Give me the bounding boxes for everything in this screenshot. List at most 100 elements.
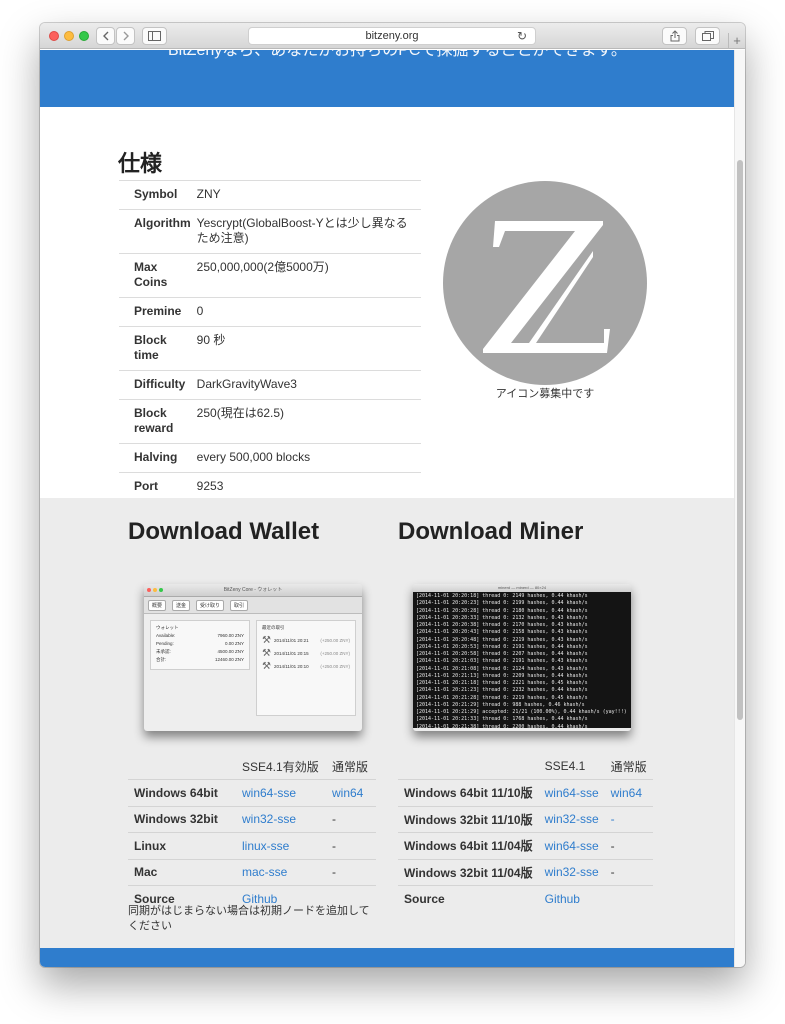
download-header-row: SSE4.1有効版 通常版 [128, 753, 376, 780]
spec-row: Max Coins 250,000,000(2億5000万) [119, 253, 421, 298]
wallet-screenshot: BitZeny Core - ウォレット 概要 送金 受け取り 取引 ウォレット… [144, 584, 362, 731]
vertical-scrollbar[interactable] [734, 50, 745, 967]
download-row: Windows 32bit win32-sse - [128, 805, 376, 833]
download-row: Mac mac-sse - [128, 858, 376, 886]
wallet-balance-label: 合計: [156, 657, 167, 662]
spec-row: Symbol ZNY [119, 180, 421, 210]
download-os: Windows 32bit [128, 805, 236, 833]
download-normal-link: - [326, 858, 376, 886]
download-header-cell: 通常版 [610, 759, 647, 774]
new-tab-button[interactable]: + [728, 33, 745, 49]
download-sse-link[interactable]: mac-sse [236, 858, 326, 886]
terminal-line: [2014-11-01 20:20:53] thread 0: 2191 has… [416, 643, 588, 650]
spec-value: 0 [196, 297, 421, 327]
spec-row: Difficulty DarkGravityWave3 [119, 370, 421, 400]
wallet-balance-value: 7960.00 ZNY [217, 633, 244, 638]
pickaxe-icon: ⚒ [262, 635, 271, 646]
zoom-window-button[interactable] [79, 31, 89, 41]
wallet-recent-panel: 最近の取引 ⚒ 2014/11/01 20:21 (+250.00 ZNY) ⚒ 201… [256, 620, 356, 716]
url-text: bitzeny.org [365, 30, 419, 42]
terminal-line: [2014-11-01 20:20:43] thread 0: 2158 has… [416, 629, 588, 636]
reload-icon[interactable]: ↻ [517, 29, 527, 43]
sidebar-icon [148, 31, 161, 41]
sidebar-button[interactable] [142, 27, 167, 45]
download-sse-link[interactable]: win32-sse [538, 858, 605, 886]
download-normal-link [604, 885, 653, 912]
download-os: Mac [128, 858, 236, 886]
download-sse-link[interactable]: Github [538, 885, 605, 912]
download-row: Source Github [398, 885, 653, 912]
miner-download-table: SSE4.1 通常版 Windows 64bit 11/10版 win64-sse wi… [398, 753, 653, 912]
download-sse-link[interactable]: win64-sse [236, 779, 326, 806]
scrollbar-thumb[interactable] [737, 160, 743, 720]
terminal-line: [2014-11-01 20:21:08] thread 0: 2124 has… [416, 665, 588, 672]
download-header-cell [398, 753, 539, 780]
download-row: Windows 64bit 11/10版 win64-sse win64 [398, 779, 653, 806]
wallet-screenshot-toolbar: 概要 送金 受け取り 取引 [144, 597, 362, 614]
terminal-line: [2014-11-01 20:20:23] thread 0: 2199 has… [416, 600, 588, 607]
spec-value: 250,000,000(2億5000万) [196, 253, 421, 298]
download-os: Windows 64bit 11/10版 [398, 779, 539, 806]
terminal-line: [2014-11-01 20:21:03] thread 0: 2191 has… [416, 658, 588, 665]
close-window-button[interactable] [49, 31, 59, 41]
back-button[interactable] [96, 27, 115, 45]
wallet-balance-label: Pending: [156, 641, 174, 646]
download-os: Windows 32bit 11/04版 [398, 858, 539, 886]
download-sse-link[interactable]: linux-sse [236, 832, 326, 859]
wallet-screenshot-titlebar: BitZeny Core - ウォレット [144, 584, 362, 597]
terminal-line: [2014-11-01 20:20:48] thread 0: 2219 has… [416, 636, 588, 643]
wallet-balance-row: 合計: 12460.00 ZNY [156, 656, 244, 664]
download-row: Windows 64bit 11/04版 win64-sse - [398, 832, 653, 859]
spec-key: Block reward [119, 399, 197, 444]
share-icon [670, 30, 679, 42]
spec-value: DarkGravityWave3 [196, 370, 421, 400]
hero-banner: BitZenyなら、あなたがお持ちのPCで採掘することができます。 [40, 50, 734, 107]
download-normal-link[interactable]: win64 [604, 779, 653, 806]
download-normal-link: - [326, 805, 376, 833]
terminal-line: [2014-11-01 20:20:58] thread 0: 2207 has… [416, 651, 588, 657]
share-button[interactable] [662, 27, 687, 45]
terminal-line: [2014-11-01 20:20:18] thread 0: 2149 has… [416, 593, 588, 599]
wallet-balance-row: Pending: 0.00 ZNY [156, 640, 244, 648]
wallet-download-table: SSE4.1有効版 通常版 Windows 64bit win64-sse win64 W… [128, 753, 376, 912]
wallet-recent-amount: (+250.00 ZNY) [320, 664, 350, 669]
terminal-line: [2014-11-01 20:20:38] thread 0: 2170 has… [416, 622, 588, 628]
terminal-line: [2014-11-01 20:21:29] thread 0: 988 hash… [416, 701, 585, 708]
tabs-button[interactable] [695, 27, 720, 45]
spec-value: 250(現在は62.5) [196, 399, 421, 444]
download-sse-link[interactable]: win32-sse [538, 805, 605, 833]
download-os: Linux [128, 832, 236, 859]
download-miner-title: Download Miner [398, 518, 584, 545]
download-normal-link: - [604, 832, 653, 859]
wallet-balance-row: 未承認: 4500.00 ZNY [156, 648, 244, 656]
address-bar[interactable]: bitzeny.org ↻ [248, 27, 536, 45]
spec-row: Algorithm Yescrypt(GlobalBoost-Yとは少し異なるため… [119, 209, 421, 254]
terminal-line: [2014-11-01 20:20:33] thread 0: 2132 has… [416, 614, 588, 621]
download-normal-link[interactable]: win64 [326, 779, 376, 806]
download-header-cell: SSE4.1 [544, 759, 586, 773]
spec-key: Block time [119, 326, 197, 371]
chevron-right-icon [123, 31, 129, 41]
spec-row: Premine 0 [119, 297, 421, 327]
tabs-icon [701, 31, 714, 41]
download-normal-link[interactable]: - [604, 805, 653, 833]
download-header-cell: 通常版 [332, 759, 369, 774]
wallet-tab-send: 送金 [172, 599, 191, 611]
footer-bar [40, 948, 734, 967]
spec-key: Max Coins [119, 253, 197, 298]
download-row: Windows 32bit 11/10版 win32-sse - [398, 805, 653, 833]
forward-button[interactable] [116, 27, 135, 45]
download-os: Source [398, 885, 539, 912]
download-sse-link[interactable]: win32-sse [236, 805, 326, 833]
spec-value: ZNY [196, 180, 421, 210]
wallet-balance-panel: ウォレット Available: 7960.00 ZNY Pending: 0.00 … [150, 620, 250, 670]
download-sse-link[interactable]: win64-sse [538, 832, 605, 859]
wallet-balance-label: 未承認: [156, 649, 171, 654]
download-header-cell [128, 753, 236, 780]
download-row: Windows 32bit 11/04版 win32-sse - [398, 858, 653, 886]
download-sse-link[interactable]: win64-sse [538, 779, 605, 806]
spec-key: Difficulty [119, 370, 197, 400]
minimize-window-button[interactable] [64, 31, 74, 41]
terminal-line: [2014-11-01 20:21:33] thread 0: 1768 has… [416, 716, 588, 723]
terminal-line: [2014-11-01 20:21:29] accepted: 21/21 (1… [416, 709, 627, 715]
